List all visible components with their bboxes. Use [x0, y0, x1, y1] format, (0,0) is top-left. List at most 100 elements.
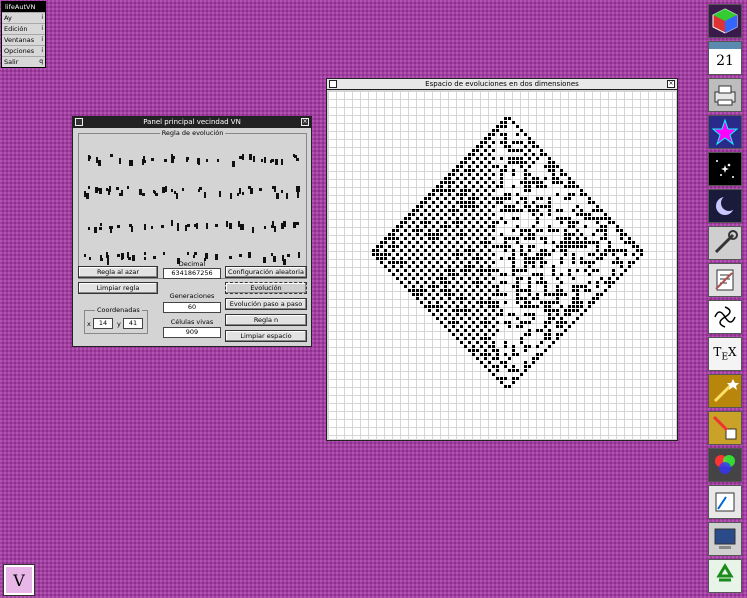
rule-cell[interactable] [116, 154, 126, 170]
rule-cell[interactable] [292, 154, 302, 170]
app-menu-item-options[interactable]: Opciones i [2, 45, 45, 56]
rule-cell[interactable] [292, 186, 302, 202]
rule-cell[interactable] [226, 186, 236, 202]
rule-cell[interactable] [138, 186, 148, 202]
rule-cell[interactable] [193, 186, 203, 202]
rule-cell[interactable] [259, 186, 269, 202]
rule-cell[interactable] [138, 220, 148, 236]
rule-cell[interactable] [149, 220, 159, 236]
editor-icon[interactable] [708, 485, 742, 519]
evolution-button[interactable]: Evolución [225, 282, 307, 294]
rule-cell[interactable] [204, 220, 214, 236]
rule-cell[interactable] [292, 220, 302, 236]
cells-field[interactable]: 909 [163, 327, 221, 338]
rule-cell[interactable] [204, 186, 214, 202]
rule-cell[interactable] [193, 154, 203, 170]
rule-cell[interactable] [105, 220, 115, 236]
window-menu-icon[interactable] [329, 80, 337, 88]
rule-cell[interactable] [83, 186, 93, 202]
rule-cell[interactable] [270, 220, 280, 236]
rule-cell[interactable] [127, 220, 137, 236]
rule-cell[interactable] [105, 186, 115, 202]
app-menu-item-quit[interactable]: Salir q [2, 56, 45, 67]
rule-cell[interactable] [182, 220, 192, 236]
y-coordinate-field[interactable]: 41 [123, 318, 143, 329]
evolution-titlebar[interactable]: Espacio de evoluciones en dos dimensione… [327, 79, 677, 90]
rule-cell[interactable] [237, 220, 247, 236]
generations-field[interactable]: 60 [163, 302, 221, 313]
star-icon[interactable] [708, 115, 742, 149]
rule-cell[interactable] [226, 220, 236, 236]
app-menu-item-edit[interactable]: Edición i [2, 23, 45, 34]
rule-cell[interactable] [160, 154, 170, 170]
rule-cell[interactable] [259, 220, 269, 236]
rule-cell[interactable] [248, 186, 258, 202]
app-menu-item-windows[interactable]: Ventanas i [2, 34, 45, 45]
rule-cell[interactable] [116, 220, 126, 236]
rule-cell[interactable] [182, 186, 192, 202]
rule-cell[interactable] [281, 220, 291, 236]
rule-cell[interactable] [116, 186, 126, 202]
desktop-v-icon[interactable]: V [3, 564, 35, 596]
moon-icon[interactable] [708, 189, 742, 223]
rule-cell[interactable] [171, 220, 181, 236]
app-menu-item-help[interactable]: Ay i [2, 12, 45, 23]
rule-cell[interactable] [171, 186, 181, 202]
close-icon[interactable]: × [301, 118, 309, 126]
window-menu-icon[interactable] [75, 118, 83, 126]
monitor-icon[interactable] [708, 522, 742, 556]
cube-icon[interactable] [708, 4, 742, 38]
rule-cell[interactable] [237, 186, 247, 202]
rule-cell[interactable] [281, 154, 291, 170]
paint-icon[interactable] [708, 411, 742, 445]
step-evolution-button[interactable]: Evolución paso a paso [225, 298, 307, 310]
clear-space-button[interactable]: Limpiar espacio [225, 330, 307, 342]
rule-cell[interactable] [270, 186, 280, 202]
color-icon[interactable] [708, 448, 742, 482]
rule-cell[interactable] [226, 154, 236, 170]
rule-cell[interactable] [215, 154, 225, 170]
rule-cell[interactable] [259, 154, 269, 170]
tools-icon[interactable] [708, 226, 742, 260]
starfield-icon[interactable] [708, 152, 742, 186]
rule-cell[interactable] [94, 220, 104, 236]
rule-cell[interactable] [105, 154, 115, 170]
evolution-canvas[interactable] [328, 91, 676, 439]
random-config-button[interactable]: Configuración aleatoria [225, 266, 307, 278]
printer-icon[interactable] [708, 78, 742, 112]
document-icon[interactable] [708, 263, 742, 297]
tex-icon[interactable]: TEX [708, 337, 742, 371]
rule-cell[interactable] [160, 220, 170, 236]
rule-cell[interactable] [94, 186, 104, 202]
recycle-icon[interactable] [708, 559, 742, 593]
rule-cell[interactable] [171, 154, 181, 170]
wand-icon[interactable] [708, 374, 742, 408]
close-icon[interactable]: × [667, 80, 675, 88]
rule-cell[interactable] [193, 220, 203, 236]
random-rule-button[interactable]: Regla al azar [78, 266, 158, 278]
rule-cell[interactable] [182, 154, 192, 170]
rule-cell[interactable] [138, 154, 148, 170]
rule-cell[interactable] [215, 220, 225, 236]
rule-cell[interactable] [204, 154, 214, 170]
rule-cell[interactable] [127, 186, 137, 202]
rule-cell[interactable] [237, 154, 247, 170]
chaos-icon[interactable] [708, 300, 742, 334]
x-coordinate-field[interactable]: 14 [93, 318, 113, 329]
rule-cell[interactable] [149, 186, 159, 202]
rule-cell[interactable] [248, 154, 258, 170]
rule-cell[interactable] [215, 186, 225, 202]
rule-cell[interactable] [149, 154, 159, 170]
rule-cell[interactable] [248, 220, 258, 236]
decimal-field[interactable]: 6341867256 [163, 268, 221, 279]
rule-n-button[interactable]: Regla n [225, 314, 307, 326]
rule-cell[interactable] [94, 154, 104, 170]
rule-cell[interactable] [127, 154, 137, 170]
rule-cell[interactable] [83, 220, 93, 236]
calendar-icon[interactable]: 21 [708, 41, 742, 75]
rule-cell[interactable] [281, 186, 291, 202]
rule-cell[interactable] [270, 154, 280, 170]
rule-cell[interactable] [160, 186, 170, 202]
main-panel-titlebar[interactable]: Panel principal vecindad VN × [73, 117, 311, 128]
clear-rule-button[interactable]: Limpiar regla [78, 282, 158, 294]
